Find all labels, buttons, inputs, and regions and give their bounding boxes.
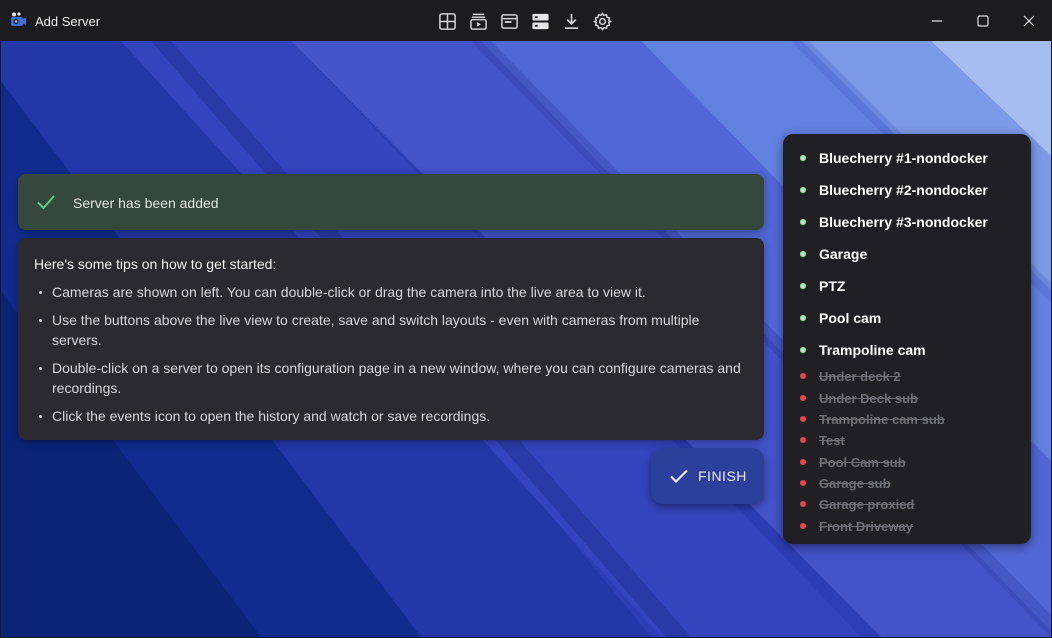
server-name: Trampoline cam: [819, 342, 926, 358]
settings-icon: [592, 11, 612, 31]
settings-button[interactable]: [592, 11, 612, 31]
offline-indicator: [800, 437, 806, 443]
finish-label: FINISH: [698, 468, 747, 484]
window-title: Add Server: [35, 14, 101, 29]
server-name: Front Driveway: [819, 519, 913, 534]
server-item[interactable]: Bluecherry #1-nondocker: [783, 148, 1031, 168]
content-area: Server has been added Here's some tips o…: [1, 41, 1051, 637]
maximize-icon: [977, 14, 989, 27]
offline-indicator: [800, 373, 806, 379]
checkmark-icon: [37, 195, 55, 210]
server-item[interactable]: PTZ: [783, 276, 1031, 296]
online-indicator: [800, 155, 806, 161]
offline-indicator: [800, 523, 806, 529]
server-item[interactable]: Bluecherry #2-nondocker: [783, 180, 1031, 200]
server-item[interactable]: Garage: [783, 244, 1031, 264]
online-indicator: [800, 283, 806, 289]
server-name: Garage sub: [819, 476, 891, 491]
server-item-offline[interactable]: Under Deck sub: [783, 388, 1031, 408]
window-icon: [500, 13, 518, 29]
window-controls: [914, 0, 1052, 41]
tip-item: Cameras are shown on left. You can doubl…: [34, 282, 748, 302]
grid-layout-icon: [438, 12, 456, 30]
download-icon: [564, 13, 578, 29]
server-name: Bluecherry #1-nondocker: [819, 150, 988, 166]
online-indicator: [800, 347, 806, 353]
app-logo-icon: [11, 12, 26, 26]
server-item-offline[interactable]: Trampoline cam sub: [783, 409, 1031, 429]
maximize-button[interactable]: [960, 0, 1006, 41]
server-name: Bluecherry #2-nondocker: [819, 182, 988, 198]
server-item[interactable]: Bluecherry #3-nondocker: [783, 212, 1031, 232]
grid-layout-button[interactable]: [437, 11, 457, 31]
tip-item: Double-click on a server to open its con…: [34, 358, 748, 398]
server-name: Pool Cam sub: [819, 455, 906, 470]
checkmark-icon: [670, 469, 688, 484]
server-item-offline[interactable]: Garage sub: [783, 473, 1031, 493]
success-notification: Server has been added: [18, 174, 764, 230]
server-item-offline[interactable]: Front Driveway: [783, 516, 1031, 536]
server-name: Bluecherry #3-nondocker: [819, 214, 988, 230]
toolbar: [437, 11, 612, 31]
tip-item: Use the buttons above the live view to c…: [34, 310, 748, 350]
online-indicator: [800, 219, 806, 225]
offline-indicator: [800, 459, 806, 465]
offline-indicator: [800, 395, 806, 401]
download-button[interactable]: [561, 11, 581, 31]
server-item[interactable]: Pool cam: [783, 308, 1031, 328]
server-list: Bluecherry #1-nondocker Bluecherry #2-no…: [783, 134, 1031, 544]
finish-button[interactable]: FINISH: [651, 448, 764, 504]
window-button[interactable]: [499, 11, 519, 31]
close-icon: [1023, 15, 1035, 26]
server-item-offline[interactable]: Pool Cam sub: [783, 452, 1031, 472]
offline-indicator: [800, 416, 806, 422]
tips-list: Cameras are shown on left. You can doubl…: [34, 282, 748, 426]
server-name: Garage: [819, 246, 868, 262]
server-name: Under deck 2: [819, 369, 901, 384]
online-indicator: [800, 187, 806, 193]
server-name: Trampoline cam sub: [819, 412, 945, 427]
server-name: PTZ: [819, 278, 846, 294]
tip-item: Click the events icon to open the histor…: [34, 406, 748, 426]
success-message: Server has been added: [73, 195, 219, 211]
tips-heading: Here's some tips on how to get started:: [34, 256, 277, 272]
tips-card: Here's some tips on how to get started: …: [18, 238, 764, 440]
server-name: Pool cam: [819, 310, 882, 326]
offline-indicator: [800, 501, 806, 507]
server-name: Under Deck sub: [819, 391, 918, 406]
server-item-offline[interactable]: Under deck 2: [783, 366, 1031, 386]
live-view-button[interactable]: [468, 11, 488, 31]
server-name: Test: [819, 433, 845, 448]
offline-indicator: [800, 480, 806, 486]
servers-button[interactable]: [530, 11, 550, 31]
server-item-offline[interactable]: Test: [783, 430, 1031, 450]
online-indicator: [800, 251, 806, 257]
online-indicator: [800, 315, 806, 321]
servers-icon: [531, 13, 549, 29]
minimize-icon: [932, 19, 942, 22]
server-name: Garage proxied: [819, 497, 915, 512]
server-item[interactable]: Trampoline cam: [783, 340, 1031, 360]
close-button[interactable]: [1006, 0, 1052, 41]
server-item-offline[interactable]: Garage proxied: [783, 494, 1031, 514]
live-view-icon: [469, 13, 487, 30]
minimize-button[interactable]: [914, 0, 960, 41]
title-bar: Add Server: [0, 0, 1052, 41]
